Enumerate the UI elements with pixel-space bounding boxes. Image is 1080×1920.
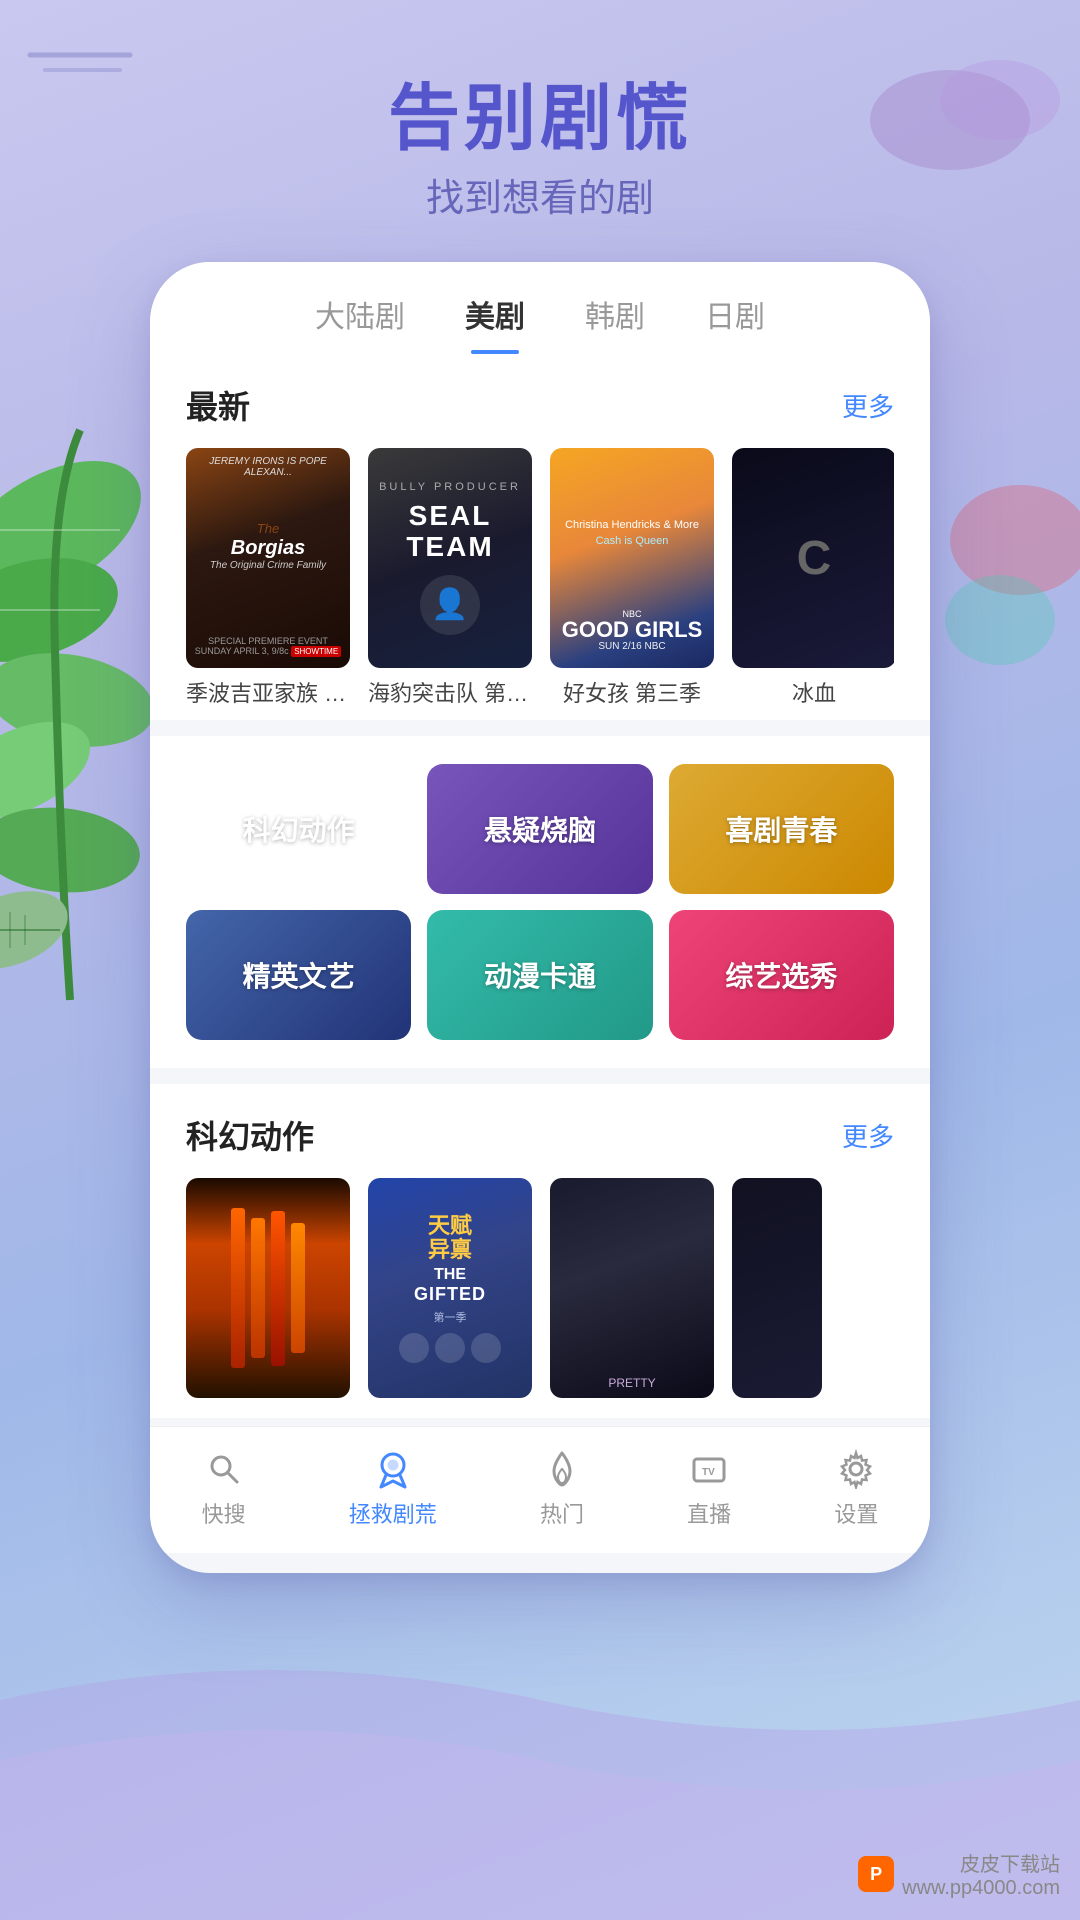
header-area: 告别剧慌 找到想看的剧	[0, 0, 1080, 262]
phone-mockup: 大陆剧 美剧 韩剧 日剧 最新 更多 JEREMY IRONS IS POPE …	[150, 262, 930, 1573]
poster-goodgirls-label: 好女孩 第三季	[550, 676, 714, 708]
nav-settings[interactable]: 设置	[834, 1447, 878, 1529]
tabs-bar: 大陆剧 美剧 韩剧 日剧	[150, 262, 930, 354]
tab-korean[interactable]: 韩剧	[585, 292, 645, 354]
poster-dark-img: C	[732, 448, 894, 668]
poster-dark-label: 冰血	[732, 676, 894, 708]
category-scifi[interactable]: 科幻动作	[186, 764, 411, 894]
poster-borgias-label: 季波吉亚家族 第一季	[186, 676, 350, 708]
scifi-poster-gifted-img: 天赋异禀 THE GIFTED 第一季	[368, 1178, 532, 1398]
scifi-poster-pretty[interactable]: PRETTY	[550, 1178, 714, 1398]
category-anime[interactable]: 动漫卡通	[427, 910, 652, 1040]
scifi-more-button[interactable]: 更多	[842, 1117, 894, 1154]
category-section: 科幻动作 悬疑烧脑 喜剧青春 精英文艺 动漫卡通 综艺选秀	[150, 736, 930, 1068]
page-title: 告别剧慌	[0, 80, 1080, 159]
watermark-logo: P 皮皮下载站www.pp4000.com	[858, 1848, 1060, 1900]
category-grid: 科幻动作 悬疑烧脑 喜剧青春 精英文艺 动漫卡通 综艺选秀	[186, 764, 894, 1040]
newest-section: 最新 更多 JEREMY IRONS IS POPE ALEXAN... The…	[150, 354, 930, 720]
category-variety[interactable]: 综艺选秀	[669, 910, 894, 1040]
tv-icon: TV	[687, 1447, 731, 1491]
poster-goodgirls-img: Christina Hendricks & More Cash is Queen…	[550, 448, 714, 668]
category-mystery[interactable]: 悬疑烧脑	[427, 764, 652, 894]
bottom-nav: 快搜 拯救剧荒 热门	[150, 1426, 930, 1553]
search-icon	[202, 1447, 246, 1491]
nav-search-label: 快搜	[202, 1497, 246, 1529]
tab-japanese[interactable]: 日剧	[705, 292, 765, 354]
scifi-poster-scroll: 天赋异禀 THE GIFTED 第一季	[186, 1178, 894, 1398]
nav-hot-label: 热门	[540, 1497, 584, 1529]
watermark-site-text: 皮皮下载站www.pp4000.com	[902, 1848, 1060, 1900]
category-elite[interactable]: 精英文艺	[186, 910, 411, 1040]
watermark-icon-text: P	[870, 1864, 882, 1885]
nav-hot[interactable]: 热门	[540, 1447, 584, 1529]
poster-sealteam-img: BULLY PRODUCER SEALTEAM 👤	[368, 448, 532, 668]
nav-live-label: 直播	[687, 1497, 731, 1529]
tab-mainland[interactable]: 大陆剧	[315, 292, 405, 354]
newest-more-button[interactable]: 更多	[842, 387, 894, 424]
scifi-poster-partial-img	[732, 1178, 822, 1398]
watermark: P 皮皮下载站www.pp4000.com	[858, 1848, 1060, 1900]
poster-dark[interactable]: C 冰血	[732, 448, 894, 708]
nav-rescue-label: 拯救剧荒	[349, 1497, 437, 1529]
nav-live[interactable]: TV 直播	[687, 1447, 731, 1529]
scifi-section: 科幻动作 更多 天赋异禀	[150, 1084, 930, 1418]
fire-icon	[540, 1447, 584, 1491]
gear-icon	[834, 1447, 878, 1491]
poster-goodgirls[interactable]: Christina Hendricks & More Cash is Queen…	[550, 448, 714, 708]
newest-title: 最新	[186, 382, 250, 428]
nav-rescue[interactable]: 拯救剧荒	[349, 1447, 437, 1529]
poster-sealteam-label: 海豹突击队 第三季	[368, 676, 532, 708]
scifi-poster-gifted[interactable]: 天赋异禀 THE GIFTED 第一季	[368, 1178, 532, 1398]
watermark-icon: P	[858, 1856, 894, 1892]
tab-us[interactable]: 美剧	[465, 292, 525, 354]
newest-section-header: 最新 更多	[186, 382, 894, 428]
scifi-poster-pretty-img: PRETTY	[550, 1178, 714, 1398]
scifi-poster-1[interactable]	[186, 1178, 350, 1398]
scifi-section-header: 科幻动作 更多	[186, 1112, 894, 1158]
nav-search[interactable]: 快搜	[202, 1447, 246, 1529]
newest-poster-scroll: JEREMY IRONS IS POPE ALEXAN... The Borgi…	[186, 448, 894, 708]
page-subtitle: 找到想看的剧	[0, 167, 1080, 222]
poster-borgias[interactable]: JEREMY IRONS IS POPE ALEXAN... The Borgi…	[186, 448, 350, 708]
poster-borgias-img: JEREMY IRONS IS POPE ALEXAN... The Borgi…	[186, 448, 350, 668]
scifi-poster-1-img	[186, 1178, 350, 1398]
scifi-poster-partial[interactable]	[732, 1178, 894, 1398]
svg-text:TV: TV	[702, 1467, 715, 1478]
nav-settings-label: 设置	[834, 1497, 878, 1529]
poster-sealteam[interactable]: BULLY PRODUCER SEALTEAM 👤 海豹突击队 第三季	[368, 448, 532, 708]
scifi-title: 科幻动作	[186, 1112, 314, 1158]
category-comedy[interactable]: 喜剧青春	[669, 764, 894, 894]
award-icon	[371, 1447, 415, 1491]
